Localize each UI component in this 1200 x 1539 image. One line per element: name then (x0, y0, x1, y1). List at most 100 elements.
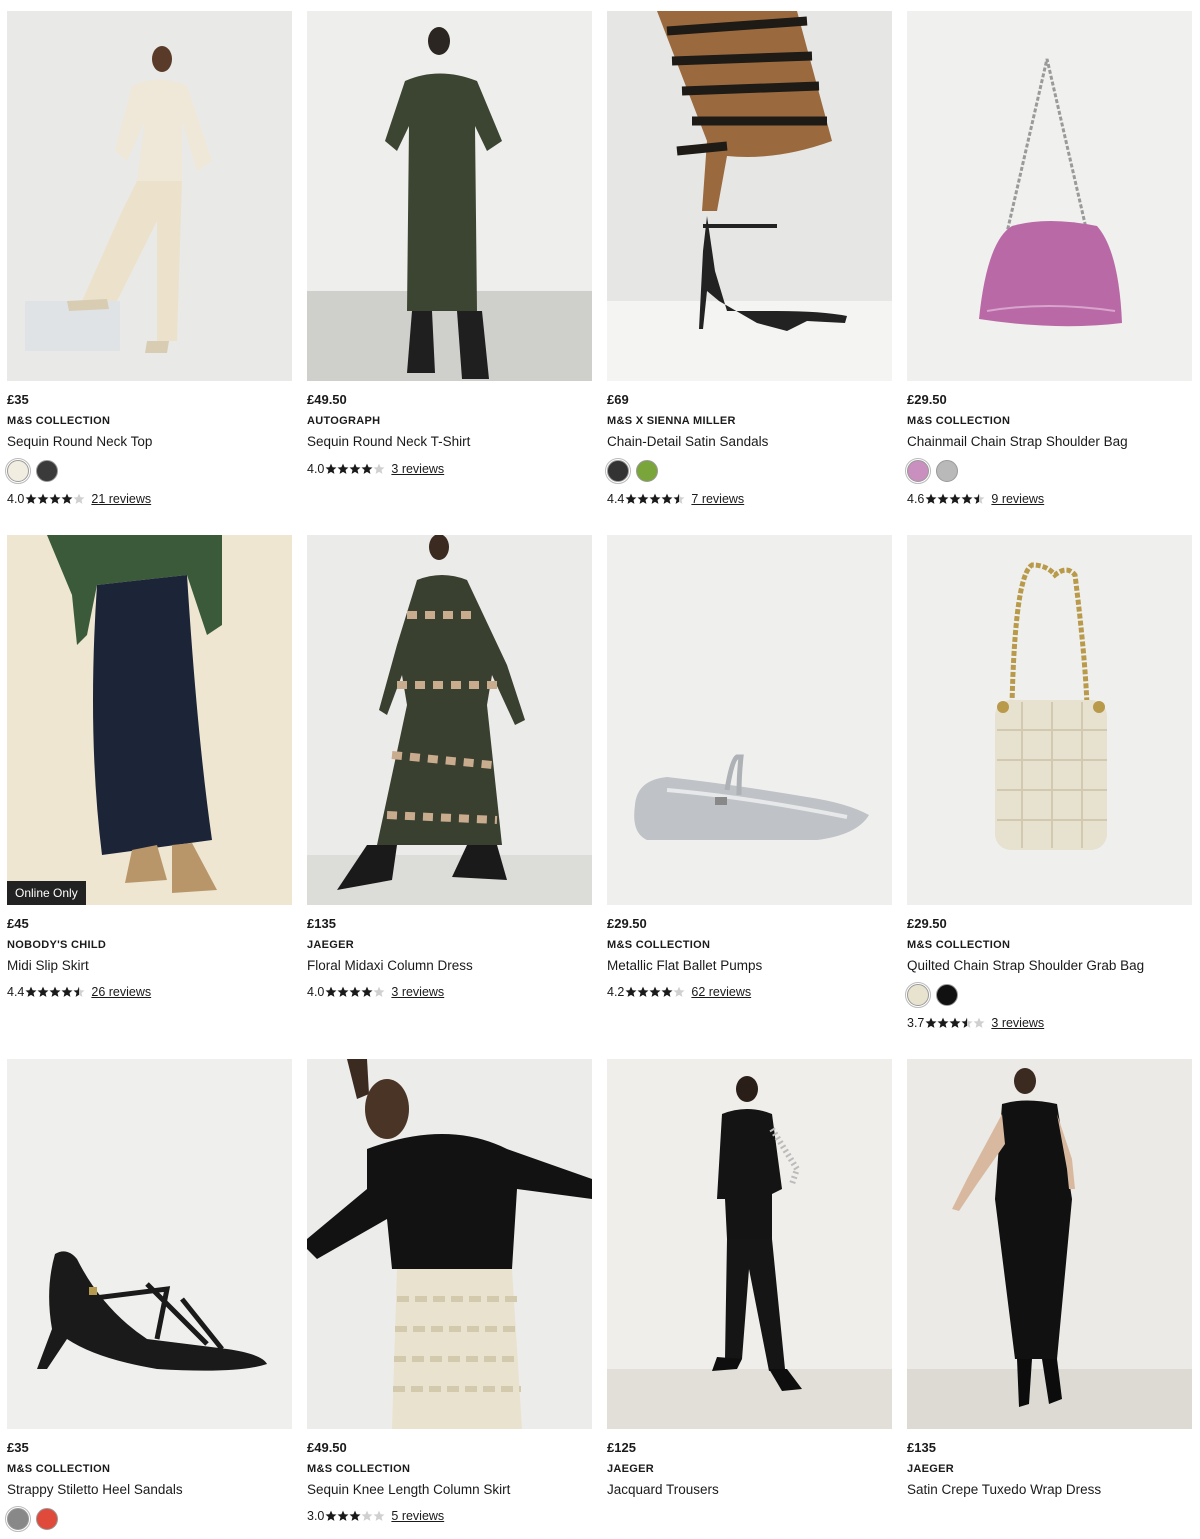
star-icon (925, 1017, 937, 1029)
product-rating: 4.4 26 reviews (7, 984, 292, 1000)
star-icon (949, 493, 961, 505)
product-image[interactable] (907, 1059, 1192, 1429)
product-image[interactable] (607, 535, 892, 905)
reviews-link[interactable]: 62 reviews (691, 985, 751, 999)
product-name[interactable]: Satin Crepe Tuxedo Wrap Dress (907, 1481, 1192, 1498)
star-icon (37, 986, 49, 998)
product-card[interactable]: £125 JAEGER Jacquard Trousers (607, 1059, 892, 1498)
reviews-link[interactable]: 3 reviews (391, 985, 444, 999)
product-image[interactable]: Online Only (7, 535, 292, 905)
product-image[interactable] (607, 11, 892, 381)
color-swatch[interactable] (905, 458, 931, 484)
product-card[interactable]: £49.50 M&S COLLECTION Sequin Knee Length… (307, 1059, 592, 1524)
product-price: £29.50 (607, 916, 647, 931)
product-name[interactable]: Midi Slip Skirt (7, 957, 292, 974)
color-swatch[interactable] (5, 1506, 31, 1532)
product-card[interactable]: £135 JAEGER Floral Midaxi Column Dress 4… (307, 535, 592, 1000)
color-swatch[interactable] (36, 460, 58, 482)
color-swatches (5, 458, 292, 484)
star-icon (49, 986, 61, 998)
star-icon (637, 493, 649, 505)
product-price: £49.50 (307, 1440, 347, 1455)
product-brand: M&S COLLECTION (307, 1463, 411, 1475)
color-swatch[interactable] (636, 460, 658, 482)
product-name[interactable]: Chainmail Chain Strap Shoulder Bag (907, 433, 1192, 450)
product-price: £135 (307, 916, 336, 931)
star-icon (73, 986, 85, 998)
product-card[interactable]: Online Only £45 NOBODY'S CHILD Midi Slip… (7, 535, 292, 1000)
product-name[interactable]: Quilted Chain Strap Shoulder Grab Bag (907, 957, 1192, 974)
rating-stars (925, 493, 985, 505)
reviews-link[interactable]: 21 reviews (91, 492, 151, 506)
product-price: £35 (7, 1440, 29, 1455)
product-image[interactable] (607, 1059, 892, 1429)
product-card[interactable]: £29.50 M&S COLLECTION Metallic Flat Ball… (607, 535, 892, 1000)
star-icon (361, 986, 373, 998)
color-swatch[interactable] (905, 982, 931, 1008)
rating-stars (325, 986, 385, 998)
product-name[interactable]: Strappy Stiletto Heel Sandals (7, 1481, 292, 1498)
product-name[interactable]: Jacquard Trousers (607, 1481, 892, 1498)
product-brand: M&S X SIENNA MILLER (607, 415, 736, 427)
product-price: £45 (7, 916, 29, 931)
star-icon (625, 493, 637, 505)
color-swatch[interactable] (605, 458, 631, 484)
rating-stars (625, 986, 685, 998)
reviews-link[interactable]: 3 reviews (991, 1016, 1044, 1030)
star-icon (61, 493, 73, 505)
rating-stars (25, 493, 85, 505)
star-icon (61, 986, 73, 998)
star-icon (325, 986, 337, 998)
color-swatch[interactable] (936, 984, 958, 1006)
color-swatches (905, 982, 1192, 1008)
product-image[interactable] (7, 1059, 292, 1429)
star-icon (925, 493, 937, 505)
rating-score: 4.0 (307, 985, 325, 999)
color-swatches (905, 458, 1192, 484)
star-icon (361, 463, 373, 475)
product-image[interactable] (307, 1059, 592, 1429)
product-image[interactable] (7, 11, 292, 381)
star-icon (361, 1510, 373, 1522)
product-name[interactable]: Metallic Flat Ballet Pumps (607, 957, 892, 974)
product-card[interactable]: £29.50 M&S COLLECTION Chainmail Chain St… (905, 11, 1192, 507)
product-price: £29.50 (907, 916, 947, 931)
reviews-link[interactable]: 5 reviews (391, 1509, 444, 1523)
color-swatch[interactable] (936, 460, 958, 482)
star-icon (937, 493, 949, 505)
product-name[interactable]: Chain-Detail Satin Sandals (607, 433, 892, 450)
product-name[interactable]: Sequin Knee Length Column Skirt (307, 1481, 592, 1498)
rating-score: 4.2 (607, 985, 625, 999)
reviews-link[interactable]: 7 reviews (691, 492, 744, 506)
rating-score: 4.0 (307, 462, 325, 476)
rating-score: 4.6 (907, 492, 925, 506)
product-price: £125 (607, 1440, 636, 1455)
product-card[interactable]: £29.50 M&S COLLECTION Quilted Chain Stra… (905, 535, 1192, 1031)
product-card[interactable]: £49.50 AUTOGRAPH Sequin Round Neck T-Shi… (307, 11, 592, 477)
star-icon (649, 986, 661, 998)
rating-score: 4.0 (7, 492, 25, 506)
star-icon (949, 1017, 961, 1029)
product-image[interactable] (907, 11, 1192, 381)
reviews-link[interactable]: 3 reviews (391, 462, 444, 476)
product-image[interactable] (307, 535, 592, 905)
product-card[interactable]: £135 JAEGER Satin Crepe Tuxedo Wrap Dres… (907, 1059, 1192, 1498)
product-rating: 4.6 9 reviews (907, 491, 1192, 507)
rating-stars (325, 463, 385, 475)
product-name[interactable]: Floral Midaxi Column Dress (307, 957, 592, 974)
product-card[interactable]: £35 M&S COLLECTION Strappy Stiletto Heel… (5, 1059, 292, 1532)
color-swatch[interactable] (36, 1508, 58, 1530)
product-image[interactable] (307, 11, 592, 381)
product-brand: JAEGER (607, 1463, 655, 1475)
color-swatch[interactable] (5, 458, 31, 484)
product-card[interactable]: £35 M&S COLLECTION Sequin Round Neck Top… (5, 11, 292, 507)
product-brand: M&S COLLECTION (907, 415, 1011, 427)
product-name[interactable]: Sequin Round Neck Top (7, 433, 292, 450)
product-image[interactable] (907, 535, 1192, 905)
reviews-link[interactable]: 26 reviews (91, 985, 151, 999)
star-icon (37, 493, 49, 505)
reviews-link[interactable]: 9 reviews (991, 492, 1044, 506)
product-name[interactable]: Sequin Round Neck T-Shirt (307, 433, 592, 450)
product-card[interactable]: £69 M&S X SIENNA MILLER Chain-Detail Sat… (605, 11, 892, 507)
star-icon (349, 1510, 361, 1522)
